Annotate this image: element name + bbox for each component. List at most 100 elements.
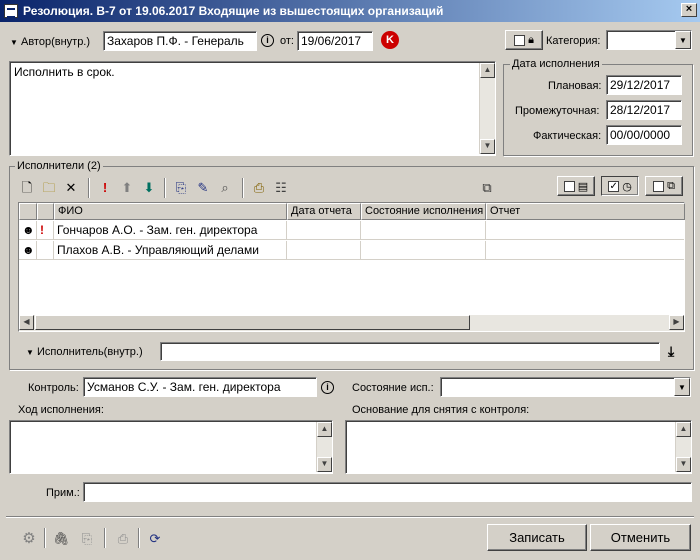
cancel-button[interactable]: Отменить bbox=[590, 524, 691, 551]
priority-flag bbox=[37, 241, 54, 260]
toggle-card-button[interactable]: ▤ bbox=[557, 176, 595, 196]
execution-state bbox=[361, 221, 486, 240]
info-icon[interactable]: i bbox=[261, 34, 274, 47]
progress-label: Ход исполнения: bbox=[18, 404, 104, 416]
report-date bbox=[287, 241, 361, 260]
new-folder-icon[interactable]: 🗀︎ bbox=[40, 178, 58, 196]
scroll-left-icon[interactable]: ◀ bbox=[19, 315, 34, 330]
k-badge[interactable]: K bbox=[381, 31, 399, 49]
scroll-right-icon[interactable]: ▶ bbox=[669, 315, 684, 330]
executor-label: Исполнитель(внутр.) bbox=[36, 346, 143, 358]
download-arrow-icon[interactable]: ⤓ bbox=[668, 343, 674, 360]
delete-icon[interactable]: ✕ bbox=[62, 178, 80, 196]
send-document-icon[interactable]: ⎘ bbox=[172, 178, 190, 196]
checkbox-checked: ✓ bbox=[608, 180, 620, 192]
resolution-scrollbar[interactable]: ▲ ▼ bbox=[479, 63, 495, 154]
person-icon: ☻ bbox=[19, 221, 37, 240]
col-report-header[interactable]: Отчет bbox=[486, 203, 685, 220]
chevron-down-icon[interactable]: ▼ bbox=[675, 31, 691, 49]
col-report-date-header[interactable]: Дата отчета bbox=[287, 203, 361, 220]
report bbox=[486, 221, 684, 240]
close-button[interactable]: × bbox=[681, 3, 697, 17]
executor-name: Плахов А.В. - Управляющий делами bbox=[54, 241, 287, 260]
edit-list-icon[interactable]: ☷ bbox=[272, 178, 290, 196]
basis-textarea[interactable] bbox=[345, 420, 692, 474]
executor-dropdown[interactable]: ▼ Исполнитель(внутр.) bbox=[26, 346, 143, 358]
checkbox bbox=[653, 180, 665, 192]
interim-date-field[interactable]: 28/12/2017 bbox=[606, 100, 682, 120]
executor-field[interactable] bbox=[160, 342, 660, 361]
planned-date-field[interactable]: 29/12/2017 bbox=[606, 75, 682, 95]
col-flag-header[interactable] bbox=[37, 203, 54, 220]
priority-icon[interactable]: ! bbox=[96, 178, 114, 196]
author-field[interactable]: Захаров П.Ф. - Генераль bbox=[103, 31, 257, 51]
new-document-icon[interactable]: 🗋︎ bbox=[18, 178, 36, 196]
resolution-text: Исполнить в срок. bbox=[14, 65, 115, 79]
copy-document-icon[interactable]: ⎘ bbox=[78, 529, 96, 547]
scroll-up-icon[interactable]: ▲ bbox=[676, 422, 691, 437]
scroll-down-icon[interactable]: ▼ bbox=[480, 139, 495, 154]
gear-icon[interactable]: ⚙ bbox=[20, 529, 38, 547]
scroll-up-icon[interactable]: ▲ bbox=[317, 422, 332, 437]
category-lock-toggle[interactable]: 🔒︎ bbox=[505, 30, 543, 50]
note-field[interactable] bbox=[83, 482, 692, 502]
state-label: Состояние исп.: bbox=[352, 382, 434, 394]
document-refresh-icon[interactable]: ⟳ bbox=[146, 529, 164, 547]
due-date-title: Дата исполнения bbox=[510, 58, 602, 70]
state-select[interactable] bbox=[440, 377, 691, 397]
printer-icon[interactable]: ⎙ bbox=[114, 529, 132, 547]
footer-divider bbox=[6, 516, 694, 518]
document-icon bbox=[4, 4, 18, 18]
author-dropdown[interactable]: ▼ Автор(внутр.) bbox=[10, 36, 90, 48]
scroll-down-icon[interactable]: ▼ bbox=[317, 457, 332, 472]
progress-textarea[interactable] bbox=[9, 420, 333, 474]
scroll-thumb[interactable] bbox=[35, 315, 470, 330]
basis-label: Основание для снятия с контроля: bbox=[352, 404, 530, 416]
executors-table: ФИО Дата отчета Состояние исполнения Отч… bbox=[18, 202, 685, 332]
table-row[interactable]: ☻ Плахов А.В. - Управляющий делами bbox=[19, 241, 684, 260]
chevron-down-icon[interactable]: ▼ bbox=[674, 378, 690, 396]
progress-scrollbar[interactable]: ▲ ▼ bbox=[316, 422, 332, 472]
priority-flag: ! bbox=[37, 221, 54, 240]
basis-scrollbar[interactable]: ▲ ▼ bbox=[675, 422, 691, 472]
copy-icon: ⧉ bbox=[667, 179, 675, 192]
arrow-up-icon[interactable]: ⬆ bbox=[118, 178, 136, 196]
scroll-up-icon[interactable]: ▲ bbox=[480, 63, 495, 78]
clock-icon: ◷ bbox=[622, 180, 632, 193]
table-row[interactable]: ☻ ! Гончаров А.О. - Зам. ген. директора bbox=[19, 221, 684, 240]
checkbox bbox=[563, 180, 575, 192]
date-field[interactable]: 19/06/2017 bbox=[297, 31, 373, 51]
toggle-copy-button[interactable]: ⧉ bbox=[645, 176, 683, 196]
person-icon: ☻ bbox=[19, 241, 37, 260]
execution-state bbox=[361, 241, 486, 260]
actual-date-field[interactable]: 00/00/0000 bbox=[606, 125, 682, 145]
table-hscrollbar[interactable]: ◀ ▶ bbox=[19, 315, 684, 331]
lock-icon: 🔒︎ bbox=[528, 33, 534, 46]
approve-document-icon[interactable]: ✎ bbox=[194, 178, 212, 196]
save-button[interactable]: Записать bbox=[487, 524, 587, 551]
control-label: Контроль: bbox=[28, 382, 79, 394]
executors-title: Исполнители (2) bbox=[15, 160, 103, 172]
col-name-header[interactable]: ФИО bbox=[54, 203, 287, 220]
author-label: Автор(внутр.) bbox=[20, 36, 91, 48]
planned-label: Плановая: bbox=[548, 80, 602, 92]
paperclip-icon[interactable]: 🖇︎ bbox=[52, 529, 70, 547]
info-icon[interactable]: i bbox=[321, 381, 334, 394]
resolution-textarea[interactable]: Исполнить в срок. bbox=[9, 61, 496, 156]
search-document-icon[interactable]: ⌕ bbox=[216, 178, 234, 196]
control-field[interactable]: Усманов С.У. - Зам. ген. директора bbox=[83, 377, 317, 397]
scroll-down-icon[interactable]: ▼ bbox=[676, 457, 691, 472]
title-bar: Резолюция. В-7 от 19.06.2017 Входящие из… bbox=[0, 0, 700, 22]
window-title: Резолюция. В-7 от 19.06.2017 Входящие из… bbox=[23, 4, 444, 18]
interim-label: Промежуточная: bbox=[515, 105, 600, 117]
triangle-down-icon: ▼ bbox=[10, 38, 18, 47]
layers-icon[interactable]: ⧉ bbox=[478, 178, 496, 196]
col-state-header[interactable]: Состояние исполнения bbox=[361, 203, 486, 220]
report-date bbox=[287, 221, 361, 240]
toggle-time-button[interactable]: ✓ ◷ bbox=[601, 176, 639, 196]
stamp-icon[interactable]: ⎙ bbox=[250, 178, 268, 196]
report bbox=[486, 241, 684, 260]
arrow-down-icon[interactable]: ⬇ bbox=[140, 178, 158, 196]
triangle-down-icon: ▼ bbox=[26, 348, 34, 357]
col-icon-header[interactable] bbox=[19, 203, 37, 220]
